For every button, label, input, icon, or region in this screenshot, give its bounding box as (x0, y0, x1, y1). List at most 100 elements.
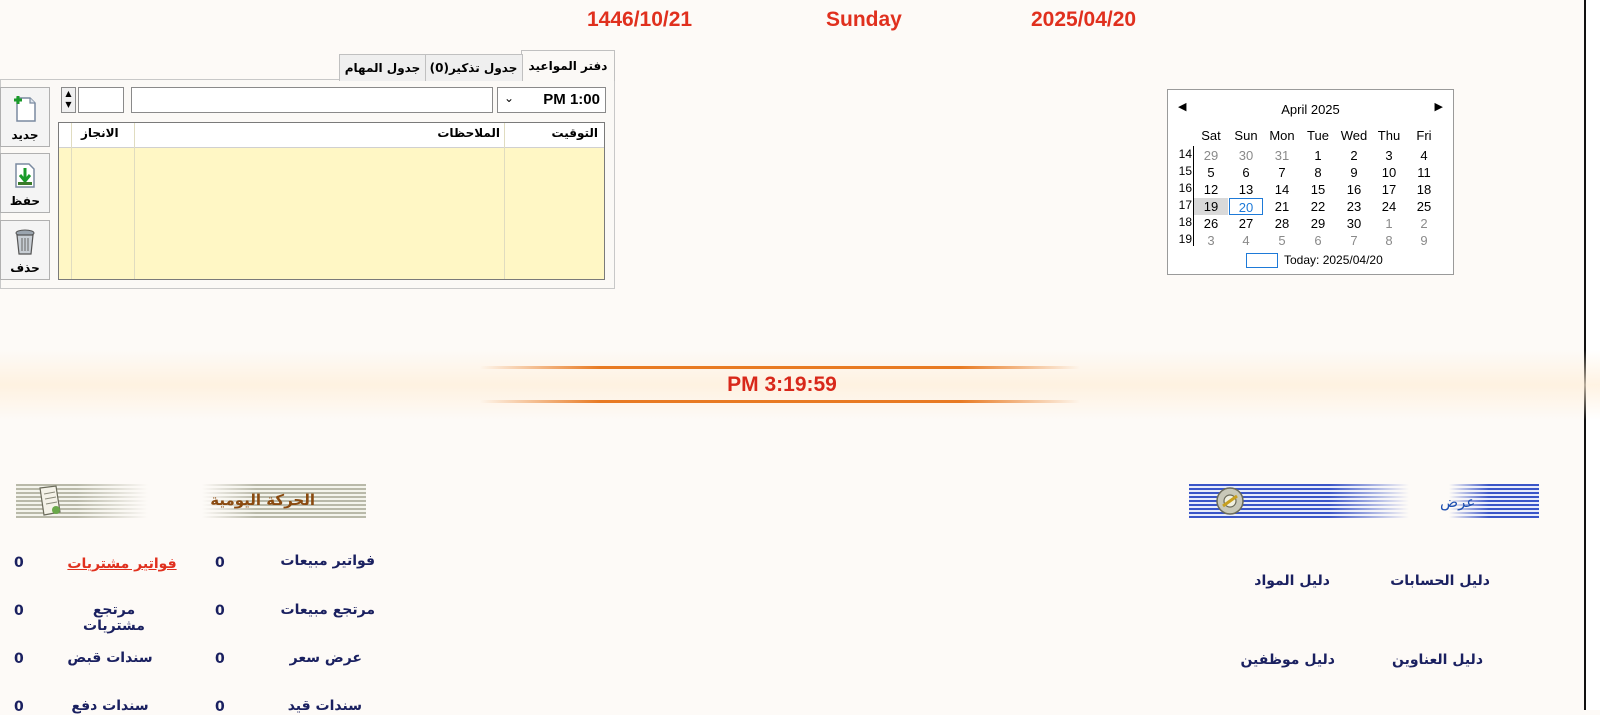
time-select[interactable]: ⌄ PM 1:00 (497, 87, 606, 113)
calendar-day[interactable]: 30 (1337, 215, 1371, 232)
calendar-day[interactable]: 31 (1265, 147, 1299, 164)
price-quote-link[interactable]: عرض سعر (255, 650, 362, 666)
clock-line-top (480, 366, 1080, 369)
daily-movement-title: الحركة اليومية (210, 491, 315, 509)
calendar-day[interactable]: 26 (1194, 215, 1228, 232)
calendar-day[interactable]: 22 (1301, 198, 1335, 215)
spin-down-icon[interactable]: ▼ (62, 99, 75, 110)
spin-up-icon[interactable]: ▲ (62, 88, 75, 99)
addresses-guide-link[interactable]: دليل العناوين (1380, 652, 1483, 668)
day-name-thu: Thu (1377, 128, 1401, 143)
employees-guide-link[interactable]: دليل موظفين (1230, 652, 1335, 668)
day-name-fri: Fri (1416, 128, 1432, 143)
calendar-day[interactable]: 17 (1372, 181, 1406, 198)
notes-input[interactable] (131, 87, 493, 113)
col-header-time[interactable]: التوقيت (552, 126, 599, 140)
calendar-day[interactable]: 25 (1407, 198, 1441, 215)
calendar-day[interactable]: 21 (1265, 198, 1299, 215)
calendar-day[interactable]: 30 (1229, 147, 1263, 164)
calendar-day[interactable]: 20 (1229, 198, 1263, 215)
next-month-icon[interactable]: ▶ (1435, 100, 1443, 113)
calendar-day[interactable]: 8 (1301, 164, 1335, 181)
week-number: 17 (1178, 198, 1192, 212)
tab-appointments[interactable]: دفتر المواعيد (521, 50, 615, 81)
calendar-day[interactable]: 13 (1229, 181, 1263, 198)
save-button-label: حفظ (9, 194, 41, 208)
tab-label: جدول تذكير(0) (429, 61, 518, 75)
calendar-day[interactable]: 15 (1301, 181, 1335, 198)
calendar-day[interactable]: 1 (1372, 215, 1406, 232)
calendar-day[interactable]: 2 (1407, 215, 1441, 232)
receipt-vouchers-count: 0 (14, 651, 24, 667)
purchase-invoices-count: 0 (14, 555, 24, 571)
calendar-day[interactable]: 2 (1337, 147, 1371, 164)
calendar-day[interactable]: 18 (1407, 181, 1441, 198)
save-button[interactable]: حفظ (0, 153, 50, 213)
delete-button[interactable]: حذف (0, 220, 50, 280)
calendar-day[interactable]: 27 (1229, 215, 1263, 232)
payment-vouchers-link[interactable]: سندات دفع (60, 698, 160, 714)
calendar-day[interactable]: 3 (1194, 232, 1228, 249)
chevron-down-icon: ⌄ (504, 91, 515, 105)
sales-invoices-link[interactable]: فواتير مبيعات (255, 553, 375, 569)
calendar-day[interactable]: 4 (1229, 232, 1263, 249)
calendar-day[interactable]: 29 (1301, 215, 1335, 232)
purchase-returns-link[interactable]: مرتجع مشتريات (60, 602, 168, 634)
calendar-day[interactable]: 6 (1229, 164, 1263, 181)
receipt-vouchers-link[interactable]: سندات قبض (60, 650, 160, 666)
calendar-day[interactable]: 5 (1265, 232, 1299, 249)
trash-icon (15, 229, 35, 255)
week-number: 18 (1178, 215, 1192, 229)
payment-vouchers-count: 0 (14, 699, 24, 715)
calendar-day[interactable]: 5 (1194, 164, 1228, 181)
calendar-day[interactable]: 10 (1372, 164, 1406, 181)
view-title: عرض (1440, 493, 1476, 511)
calendar-day[interactable]: 19 (1194, 198, 1228, 215)
accounts-guide-link[interactable]: دليل الحسابات (1380, 573, 1490, 589)
calendar-day[interactable]: 3 (1372, 147, 1406, 164)
new-document-icon (14, 96, 36, 122)
month-calendar[interactable]: ◀ April 2025 ▶ Today: 2025/04/20 Sat Sun M… (1167, 89, 1454, 275)
purchase-invoices-link[interactable]: فواتير مشتريات (60, 556, 184, 572)
tab-tasks[interactable]: جدول المهام (339, 54, 426, 81)
number-input[interactable] (78, 87, 124, 113)
today-marker (1246, 253, 1278, 268)
calendar-day[interactable]: 9 (1407, 232, 1441, 249)
grid-col-divider (71, 123, 72, 279)
calendar-day[interactable]: 12 (1194, 181, 1228, 198)
hijri-date: 1446/10/21 (587, 8, 693, 31)
day-name-sat: Sat (1201, 128, 1221, 143)
calendar-day[interactable]: 23 (1337, 198, 1371, 215)
calendar-day[interactable]: 24 (1372, 198, 1406, 215)
week-number: 15 (1178, 164, 1192, 178)
sales-returns-link[interactable]: مرتجع مبيعات (255, 602, 376, 618)
number-spinner[interactable]: ▲ ▼ (61, 87, 76, 113)
tab-reminders[interactable]: جدول تذكير(0) (424, 54, 523, 81)
calendar-day[interactable]: 9 (1337, 164, 1371, 181)
grid-header (59, 123, 604, 148)
journal-vouchers-link[interactable]: سندات قيد (255, 698, 362, 714)
col-header-notes[interactable]: الملاحظات (437, 126, 500, 140)
calendar-day[interactable]: 11 (1407, 164, 1441, 181)
calendar-day[interactable]: 29 (1194, 147, 1228, 164)
calendar-day[interactable]: 6 (1301, 232, 1335, 249)
calendar-day[interactable]: 28 (1265, 215, 1299, 232)
week-number: 16 (1178, 181, 1192, 195)
calendar-day[interactable]: 4 (1407, 147, 1441, 164)
calendar-day[interactable]: 14 (1265, 181, 1299, 198)
day-name-sun: Sun (1234, 128, 1258, 143)
new-button[interactable]: جديد (0, 87, 50, 147)
col-header-done[interactable]: الانجاز (81, 126, 119, 140)
save-icon (15, 163, 35, 188)
calendar-day[interactable]: 7 (1265, 164, 1299, 181)
calendar-day[interactable]: 16 (1337, 181, 1371, 198)
tab-label: دفتر المواعيد (528, 59, 608, 73)
calendar-title[interactable]: April 2025 (1168, 102, 1453, 117)
calendar-day[interactable]: 7 (1337, 232, 1371, 249)
items-guide-link[interactable]: دليل المواد (1230, 573, 1330, 589)
calendar-day[interactable]: 1 (1301, 147, 1335, 164)
document-icon (39, 485, 61, 516)
calendar-day[interactable]: 8 (1372, 232, 1406, 249)
new-button-label: جديد (11, 128, 39, 142)
appointments-grid[interactable]: التوقيت الملاحظات الانجاز (58, 122, 605, 280)
